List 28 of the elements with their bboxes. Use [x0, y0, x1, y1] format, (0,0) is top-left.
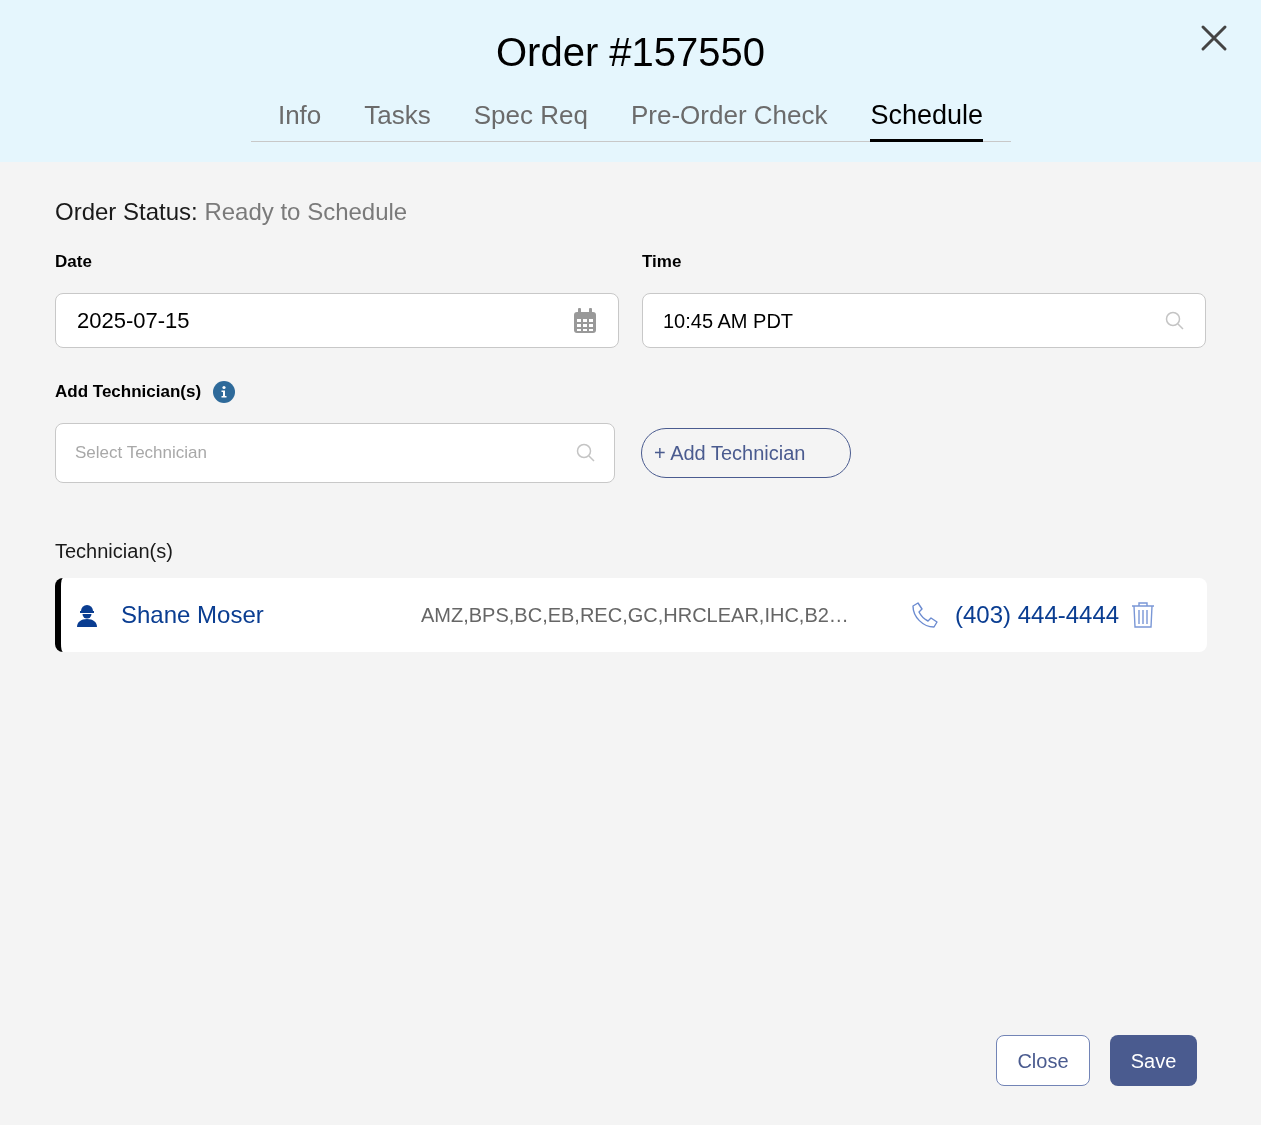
tab[interactable]: Info [277, 92, 322, 142]
tab[interactable]: Pre-Order Check [630, 92, 828, 142]
technician-name[interactable]: Shane Moser [121, 597, 421, 633]
close-icon[interactable] [1200, 24, 1228, 52]
tab[interactable]: Schedule [870, 92, 984, 142]
calendar-icon [573, 307, 597, 334]
date-field[interactable]: 2025-07-15 [55, 293, 619, 348]
tab[interactable]: Tasks [364, 92, 431, 142]
technician-skills: AMZ,BPS,BC,EB,REC,GC,HRCLEAR,IHC,B2… [421, 603, 850, 628]
phone-icon [911, 601, 939, 629]
order-status: Order Status: Ready to Schedule [55, 197, 409, 227]
time-field[interactable]: 10:45 AM PDT [642, 293, 1206, 348]
tab[interactable]: Spec Req [473, 92, 588, 142]
technician-phone[interactable]: (403) 444-4444 [955, 597, 1120, 633]
close-button[interactable]: Close [996, 1035, 1090, 1086]
field-label: Add Technician(s) [55, 381, 202, 403]
search-icon [576, 443, 596, 463]
trash-icon[interactable] [1131, 602, 1156, 628]
technician-icon [76, 603, 98, 627]
save-button[interactable]: Save [1110, 1035, 1197, 1086]
dialog-title: Order #157550 [495, 29, 766, 76]
add-technician-button[interactable]: + Add Technician [641, 428, 851, 478]
technician-search-field[interactable]: Select Technician [55, 423, 615, 483]
info-icon[interactable] [213, 381, 236, 403]
search-icon [1165, 310, 1185, 331]
section-label: Technician(s) [55, 539, 174, 564]
field-label: Date [55, 251, 93, 273]
field-label: Time [642, 251, 683, 273]
